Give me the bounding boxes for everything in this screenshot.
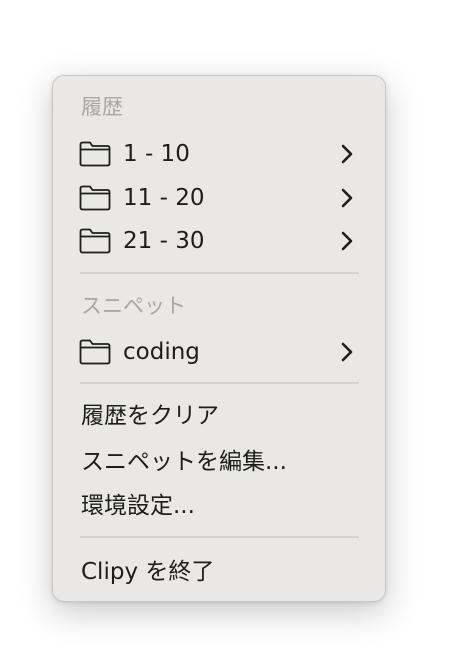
clear-history-item[interactable]: 履歴をクリア [53, 396, 385, 436]
edit-snippets-item[interactable]: スニペットを編集... [53, 442, 385, 482]
preferences-label: 環境設定... [81, 493, 195, 519]
folder-icon [79, 339, 111, 365]
history-folder-1-10[interactable]: 1 - 10 [53, 134, 385, 174]
history-folder-label: 11 - 20 [123, 185, 205, 211]
menu-separator [80, 382, 359, 384]
chevron-right-icon [341, 231, 353, 251]
history-folder-21-30[interactable]: 21 - 30 [53, 221, 385, 261]
menu-separator [80, 536, 359, 538]
context-menu: 履歴 1 - 10 11 - 20 21 - 30 スニペット coding 履… [52, 75, 386, 602]
chevron-right-icon [341, 188, 353, 208]
quit-clipy-item[interactable]: Clipy を終了 [53, 552, 385, 592]
history-folder-11-20[interactable]: 11 - 20 [53, 178, 385, 218]
snippets-header: スニペット [81, 294, 186, 318]
folder-icon [79, 185, 111, 211]
quit-clipy-label: Clipy を終了 [81, 559, 215, 585]
clear-history-label: 履歴をクリア [81, 403, 219, 429]
edit-snippets-label: スニペットを編集... [81, 449, 287, 475]
menu-separator [80, 272, 359, 274]
chevron-right-icon [341, 342, 353, 362]
history-folder-label: 21 - 30 [123, 228, 205, 254]
folder-icon [79, 141, 111, 167]
history-header: 履歴 [81, 95, 123, 119]
snippet-folder-coding[interactable]: coding [53, 332, 385, 372]
history-folder-label: 1 - 10 [123, 141, 190, 167]
folder-icon [79, 228, 111, 254]
preferences-item[interactable]: 環境設定... [53, 486, 385, 526]
snippet-folder-label: coding [123, 339, 200, 365]
chevron-right-icon [341, 144, 353, 164]
